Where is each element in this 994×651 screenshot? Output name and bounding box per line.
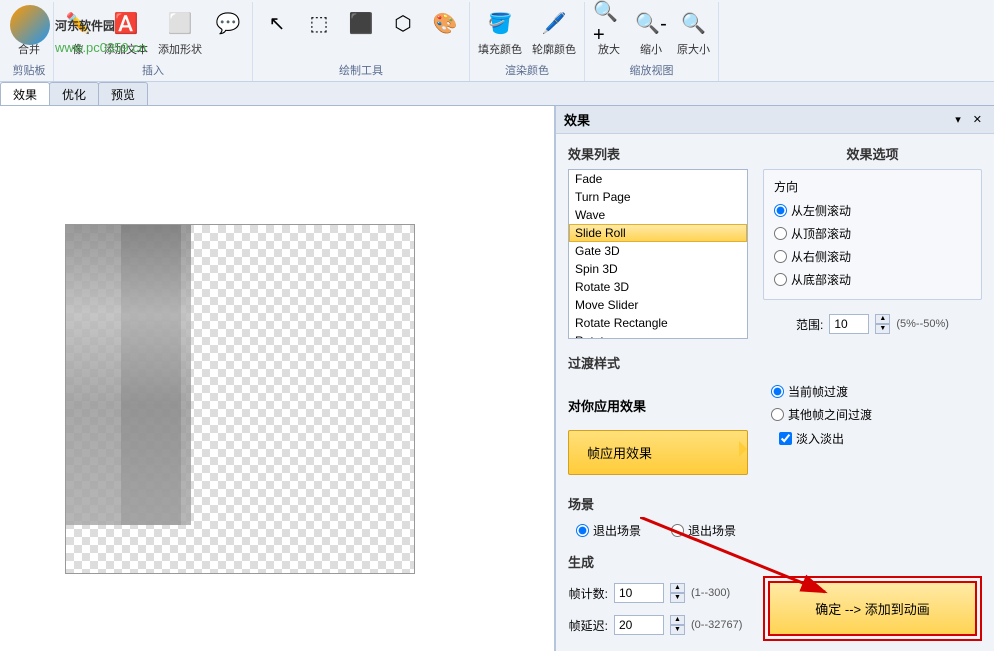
ribbon-icon: ✏️ — [62, 7, 94, 39]
ribbon-icon: ⬛ — [345, 7, 377, 39]
ribbon-group-label: 插入 — [142, 60, 164, 81]
ribbon-icon: 📋 — [13, 7, 45, 39]
frame-delay-up[interactable]: ▲ — [670, 615, 685, 625]
effect-item[interactable]: Gate 3D — [569, 242, 747, 260]
effect-item[interactable]: Rotate — [569, 332, 747, 339]
effect-item[interactable]: Wave — [569, 206, 747, 224]
effect-item[interactable]: Fade — [569, 170, 747, 188]
frame-delay-down[interactable]: ▼ — [670, 625, 685, 635]
ribbon-button[interactable]: ⬚ — [299, 5, 339, 41]
effect-item[interactable]: Turn Page — [569, 188, 747, 206]
ribbon-icon: 🪣 — [484, 7, 516, 39]
direction-radio[interactable]: 从右侧滚动 — [774, 245, 971, 268]
other-frame-transition-radio[interactable]: 其他帧之间过渡 — [771, 403, 982, 426]
direction-radio[interactable]: 从左侧滚动 — [774, 199, 971, 222]
ribbon-button[interactable]: 🔍原大小 — [673, 5, 714, 59]
ribbon-button[interactable]: ⬜添加形状 — [154, 5, 206, 59]
scene-exit-radio-1[interactable]: 退出场景 — [576, 519, 641, 542]
frame-count-down[interactable]: ▼ — [670, 593, 685, 603]
panel-title: 效果 — [564, 110, 590, 129]
ribbon-button[interactable]: 🎨 — [425, 5, 465, 41]
apply-frame-effect-button[interactable]: 帧应用效果 — [568, 430, 748, 475]
effect-item[interactable]: Spin 3D — [569, 260, 747, 278]
direction-legend: 方向 — [774, 178, 971, 195]
generate-title: 生成 — [568, 552, 748, 571]
frame-count-hint: (1--300) — [691, 587, 730, 599]
ribbon-button[interactable]: 🅰️添加文本 — [100, 5, 152, 59]
fade-checkbox[interactable]: 淡入淡出 — [771, 426, 982, 451]
tab-优化[interactable]: 优化 — [49, 82, 99, 105]
ribbon-group-label: 缩放视图 — [630, 60, 674, 81]
ribbon-button[interactable]: ✏️像 — [58, 5, 98, 59]
canvas-image-slide — [121, 225, 181, 525]
direction-radio[interactable]: 从底部滚动 — [774, 268, 971, 291]
frame-delay-input[interactable] — [614, 615, 664, 635]
range-down[interactable]: ▼ — [875, 324, 890, 334]
canvas-checkerboard — [65, 224, 415, 574]
ribbon-group-label: 绘制工具 — [339, 60, 383, 81]
options-title: 效果选项 — [763, 144, 982, 163]
ribbon-icon: 🔍+ — [593, 7, 625, 39]
panel-close-icon[interactable]: ✕ — [969, 113, 986, 126]
ribbon-button[interactable]: 🔍+放大 — [589, 5, 629, 59]
ribbon-icon: 💬 — [212, 7, 244, 39]
panel-dropdown-icon[interactable]: ▾ — [951, 113, 965, 126]
ribbon-icon: ↖ — [261, 7, 293, 39]
frame-count-input[interactable] — [614, 583, 664, 603]
ribbon-button[interactable]: 💬 — [208, 5, 248, 41]
tab-效果[interactable]: 效果 — [0, 82, 50, 105]
ribbon-button[interactable]: 📋合并 — [9, 5, 49, 59]
confirm-add-button[interactable]: 确定 --> 添加到动画 — [768, 581, 977, 636]
tab-预览[interactable]: 预览 — [98, 82, 148, 105]
tab-bar: 效果优化预览 — [0, 82, 994, 106]
ribbon-button[interactable]: ⬡ — [383, 5, 423, 41]
ribbon-group-label: 渲染颜色 — [505, 60, 549, 81]
range-up[interactable]: ▲ — [875, 314, 890, 324]
ribbon-group-label: 剪贴板 — [13, 60, 46, 81]
range-hint: (5%--50%) — [896, 318, 949, 330]
ribbon-icon: ⬡ — [387, 7, 419, 39]
range-label: 范围: — [796, 316, 823, 333]
confirm-add-button-highlight: 确定 --> 添加到动画 — [763, 576, 982, 641]
ribbon-button[interactable]: 🪣填充颜色 — [474, 5, 526, 59]
ribbon: 📋合并剪贴板 ✏️像🅰️添加文本⬜添加形状💬 插入 ↖ ⬚ ⬛ ⬡ 🎨 绘制工具 🪣填充颜色🖊️轮… — [0, 0, 994, 82]
ribbon-icon: 🔍- — [635, 7, 667, 39]
effect-item[interactable]: Rotate Rectangle — [569, 314, 747, 332]
frame-count-up[interactable]: ▲ — [670, 583, 685, 593]
effect-item[interactable]: Rotate 3D — [569, 278, 747, 296]
frame-count-label: 帧计数: — [568, 585, 608, 602]
ribbon-button[interactable]: 🖊️轮廓颜色 — [528, 5, 580, 59]
ribbon-icon: 🔍 — [678, 7, 710, 39]
scene-exit-radio-2[interactable]: 退出场景 — [671, 519, 736, 542]
effect-list-title: 效果列表 — [568, 144, 748, 163]
range-input[interactable] — [829, 314, 869, 334]
ribbon-icon: ⬚ — [303, 7, 335, 39]
canvas-area[interactable] — [0, 106, 556, 651]
direction-radio[interactable]: 从顶部滚动 — [774, 222, 971, 245]
effect-item[interactable]: Slide Roll — [569, 224, 747, 242]
ribbon-icon: 🖊️ — [538, 7, 570, 39]
current-frame-transition-radio[interactable]: 当前帧过渡 — [771, 380, 982, 403]
apply-title: 对你应用效果 — [568, 396, 748, 415]
effect-list[interactable]: FadeTurn PageWaveSlide RollGate 3DSpin 3… — [568, 169, 748, 339]
ribbon-icon: ⬜ — [164, 7, 196, 39]
ribbon-button[interactable]: ⬛ — [341, 5, 381, 41]
effects-panel: 效果 ▾ ✕ 效果列表 FadeTurn PageWaveSlide RollG… — [556, 106, 994, 651]
ribbon-icon: 🅰️ — [110, 7, 142, 39]
ribbon-button[interactable]: 🔍-缩小 — [631, 5, 671, 59]
frame-delay-label: 帧延迟: — [568, 617, 608, 634]
transition-title: 过渡样式 — [568, 353, 748, 372]
ribbon-button[interactable]: ↖ — [257, 5, 297, 41]
effect-item[interactable]: Move Slider — [569, 296, 747, 314]
ribbon-icon: 🎨 — [429, 7, 461, 39]
frame-delay-hint: (0--32767) — [691, 619, 742, 631]
scene-title: 场景 — [568, 494, 748, 513]
